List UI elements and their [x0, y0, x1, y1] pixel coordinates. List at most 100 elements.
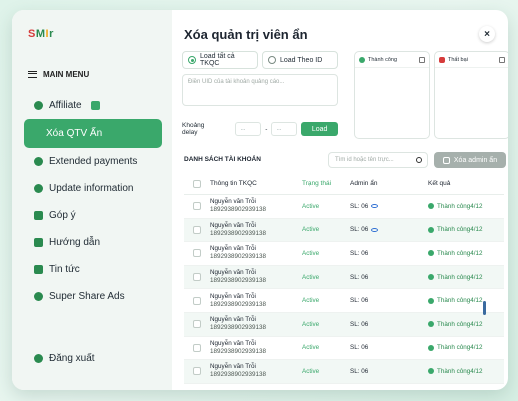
- uid-textarea[interactable]: Điền UID của tài khoản quảng cáo...: [182, 74, 338, 106]
- row-info: Nguyễn văn Trỗi 1892938902939138: [210, 293, 302, 309]
- radio-load-by-id[interactable]: Load Theo ID: [262, 51, 338, 69]
- hamburger-icon[interactable]: [28, 71, 37, 78]
- row-checkbox[interactable]: [193, 249, 201, 258]
- result-text: Thành công4/12: [437, 273, 483, 281]
- check-circle-icon: [428, 321, 434, 328]
- admin-count: SL: 06: [350, 226, 369, 234]
- eye-icon[interactable]: [371, 227, 379, 232]
- thumbs-up-icon: [34, 211, 43, 220]
- success-panel-header: Thành công: [355, 52, 429, 68]
- result-text: Thành công4/12: [437, 202, 483, 210]
- row-checkbox[interactable]: [193, 296, 201, 305]
- page-title: Xóa quản trị viên ẩn: [184, 27, 308, 42]
- row-info: Nguyễn văn Trỗi 1892938902939138: [210, 222, 302, 238]
- sidebar-item-label: Update information: [49, 183, 134, 194]
- sidebar-nav: Affiliate Xóa QTV Ấn Extended payments U…: [24, 92, 162, 310]
- close-button[interactable]: ×: [479, 26, 495, 42]
- main-menu-header[interactable]: MAIN MENU: [28, 70, 89, 79]
- logo-letter-s: S: [28, 28, 36, 40]
- sidebar-item-label: Affiliate: [49, 100, 82, 111]
- row-info: Nguyễn văn Trỗi 1892938902939138: [210, 245, 302, 261]
- account-name: Nguyễn văn Trỗi: [210, 292, 256, 300]
- eye-icon[interactable]: [371, 204, 379, 209]
- delay-from-input[interactable]: ...: [235, 122, 262, 136]
- copy-icon[interactable]: [499, 56, 505, 63]
- row-checkbox[interactable]: [193, 343, 201, 352]
- header-admin: Admin ẩn: [350, 180, 378, 187]
- row-select-cell: [184, 225, 210, 234]
- table-row[interactable]: Nguyễn văn Trỗi 1892938902939138 Active SL:…: [184, 218, 504, 243]
- check-circle-icon: [428, 203, 434, 210]
- sidebar-item-super-share-ads[interactable]: Super Share Ads: [26, 283, 160, 310]
- account-status: Active: [302, 367, 320, 375]
- table-row[interactable]: Nguyễn văn Trỗi 1892938902939138 Active SL:…: [184, 360, 504, 384]
- main-menu-label: MAIN MENU: [43, 70, 90, 79]
- logout-button[interactable]: Đăng xuất: [34, 353, 95, 364]
- delay-separator: -: [265, 125, 268, 133]
- account-name: Nguyễn văn Trỗi: [210, 269, 256, 277]
- sidebar-item-label: Hướng dẫn: [49, 237, 101, 248]
- account-name: Nguyễn văn Trỗi: [210, 316, 256, 324]
- load-panel: Load tất cả TKQC Load Theo ID Điền UID c…: [182, 51, 339, 139]
- row-select-cell: [184, 249, 210, 258]
- app-window: SMIr MAIN MENU Affiliate Xóa QTV Ấn Exte…: [12, 10, 508, 390]
- radio-unchecked-icon: [268, 56, 276, 64]
- row-select-cell: [184, 202, 210, 211]
- sidebar-item-label: Xóa QTV Ấn: [46, 128, 103, 139]
- user-icon: [34, 101, 43, 110]
- error-icon: [439, 56, 445, 63]
- result-cell: Thành công4/12: [416, 321, 504, 328]
- select-all-cell: [184, 179, 210, 188]
- table-row[interactable]: Nguyễn văn Trỗi 1892938902939138 Active SL:…: [184, 289, 504, 313]
- sidebar-item-huong-dan[interactable]: Hướng dẫn: [26, 229, 160, 256]
- sidebar-item-xoa-qtv-an[interactable]: Xóa QTV Ấn: [24, 119, 162, 148]
- row-checkbox[interactable]: [193, 367, 201, 376]
- account-id: 1892938902939138: [210, 206, 267, 214]
- success-panel: Thành công: [354, 51, 430, 139]
- row-checkbox[interactable]: [193, 225, 201, 234]
- check-circle-icon: [428, 368, 434, 375]
- sidebar-item-affiliate[interactable]: Affiliate: [26, 92, 160, 119]
- row-checkbox[interactable]: [193, 202, 201, 211]
- copy-icon[interactable]: [419, 56, 425, 63]
- table-row[interactable]: Nguyễn văn Trỗi 1892938902939138 Active SL:…: [184, 195, 504, 219]
- admin-count-cell: SL: 06: [350, 368, 416, 375]
- fail-label: Thất bại: [448, 56, 468, 63]
- info-icon: [34, 184, 43, 193]
- news-icon: [34, 265, 43, 274]
- table-row[interactable]: Nguyễn văn Trỗi 1892938902939138 Active SL:…: [184, 312, 504, 337]
- header-result: Kết quả: [428, 180, 451, 187]
- row-select-cell: [184, 320, 210, 329]
- row-checkbox[interactable]: [193, 320, 201, 329]
- admin-count-cell: SL: 06: [350, 250, 416, 257]
- account-id: 1892938902939138: [210, 324, 267, 332]
- logo: SMIr: [28, 28, 54, 40]
- sidebar-item-update-information[interactable]: Update information: [26, 175, 160, 202]
- radio-load-all[interactable]: Load tất cả TKQC: [182, 51, 258, 69]
- admin-count-cell: SL: 06: [350, 203, 416, 210]
- search-input[interactable]: Tìm id hoặc tên trực...: [328, 152, 428, 168]
- table-row[interactable]: Nguyễn văn Trỗi 1892938902939138 Active SL:…: [184, 337, 504, 361]
- table-row[interactable]: Nguyễn văn Trỗi 1892938902939138 Active SL:…: [184, 265, 504, 290]
- admin-count-cell: SL: 06: [350, 297, 416, 304]
- sidebar-item-extended-payments[interactable]: Extended payments: [26, 148, 160, 175]
- result-cell: Thành công4/12: [416, 274, 504, 281]
- delay-to-input[interactable]: ...: [271, 122, 298, 136]
- result-cell: Thành công4/12: [416, 368, 504, 375]
- sidebar-item-gop-y[interactable]: Góp ý: [26, 202, 160, 229]
- sidebar-item-tin-tuc[interactable]: Tin tức: [26, 256, 160, 283]
- load-button[interactable]: Load: [301, 122, 339, 136]
- row-checkbox[interactable]: [193, 273, 201, 282]
- book-icon: [34, 238, 43, 247]
- select-all-checkbox[interactable]: [193, 179, 201, 188]
- result-cell: Thành công4/12: [416, 297, 504, 304]
- table-row[interactable]: Nguyễn văn Trỗi 1892938902939138 Active SL:…: [184, 242, 504, 266]
- row-info: Nguyễn văn Trỗi 1892938902939138: [210, 269, 302, 285]
- delete-hidden-admin-button[interactable]: Xóa admin ẩn: [434, 152, 506, 168]
- admin-count: SL: 06: [350, 320, 369, 328]
- success-label: Thành công: [368, 56, 398, 63]
- scrollbar-thumb[interactable]: [483, 301, 486, 315]
- check-circle-icon: [428, 250, 434, 257]
- check-circle-icon: [428, 344, 434, 351]
- logout-user-icon: [34, 354, 43, 363]
